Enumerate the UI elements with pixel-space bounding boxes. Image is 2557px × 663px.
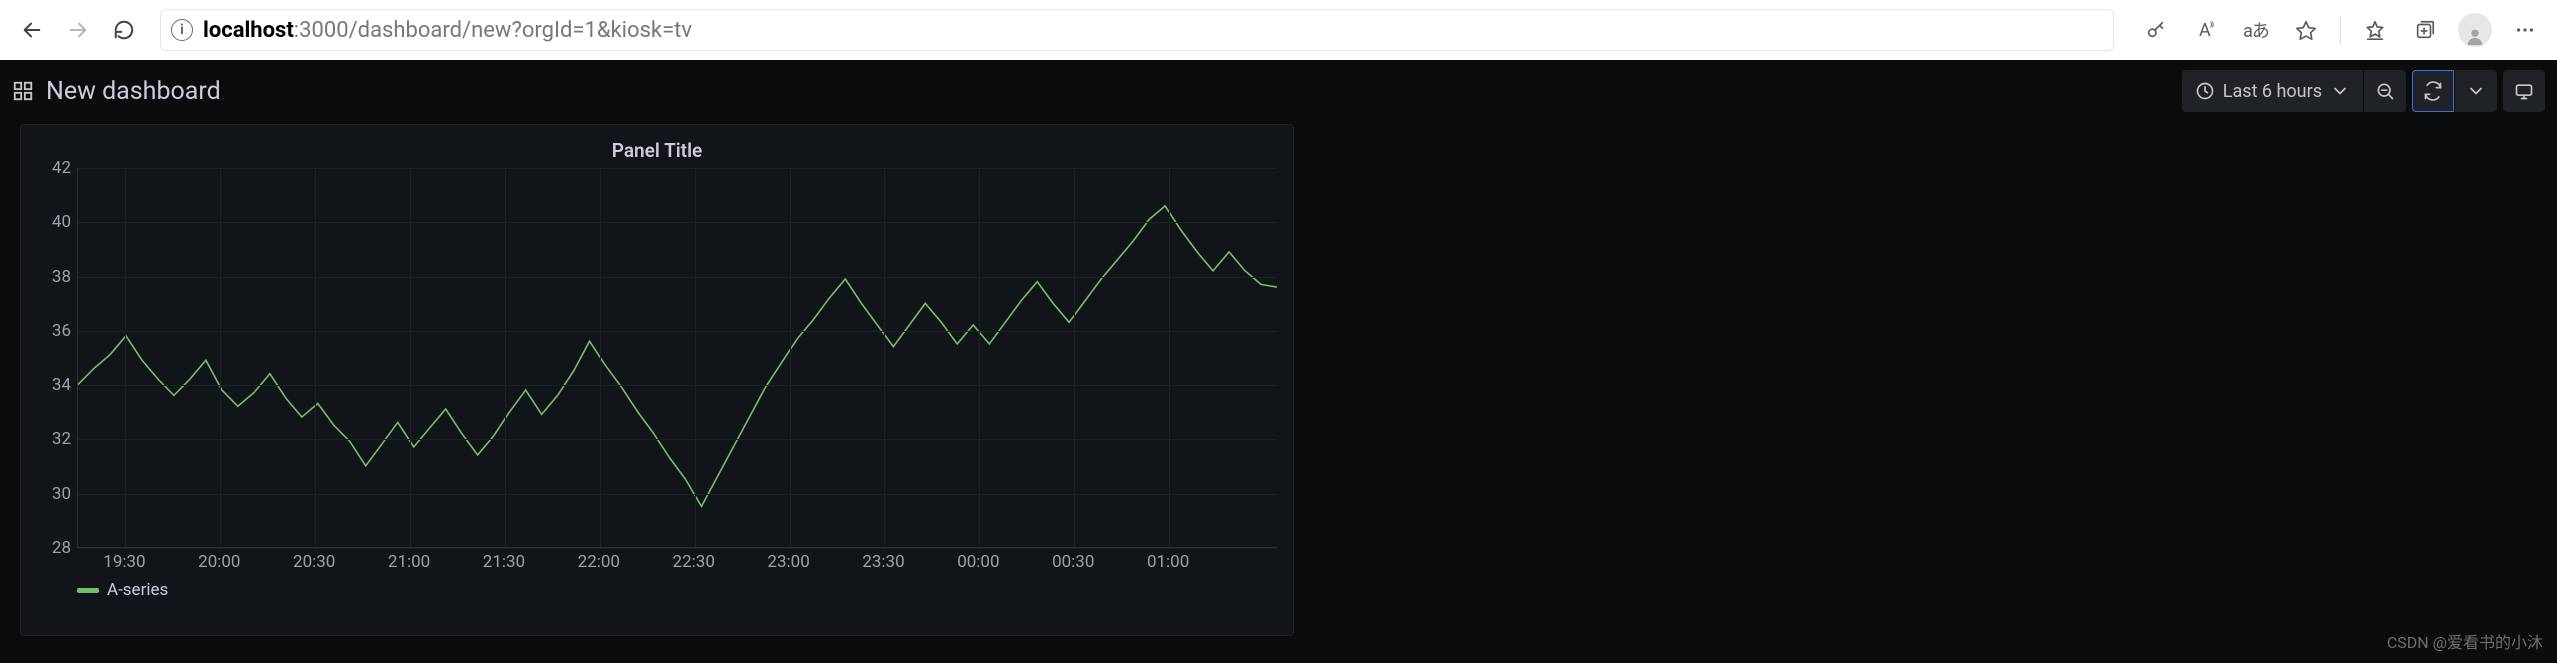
- browser-toolbar: i localhost:3000/dashboard/new?orgId=1&k…: [0, 0, 2557, 60]
- x-axis: 19:30 20:00 20:30 21:00 21:30 22:00 22:30 23:00…: [77, 548, 1277, 578]
- x-tick-label: 21:30: [483, 552, 525, 572]
- view-mode-button[interactable]: [2503, 70, 2545, 112]
- legend[interactable]: A-series: [77, 580, 1277, 600]
- x-tick-label: 01:00: [1147, 552, 1189, 572]
- address-bar[interactable]: i localhost:3000/dashboard/new?orgId=1&k…: [160, 9, 2114, 51]
- x-tick-label: 23:00: [767, 552, 809, 572]
- more-menu-icon[interactable]: [2505, 10, 2545, 50]
- site-info-icon[interactable]: i: [171, 19, 193, 41]
- y-tick-label: 32: [52, 429, 71, 449]
- line-series: [78, 168, 1277, 547]
- legend-label: A-series: [107, 580, 168, 600]
- y-axis: 2830323436384042: [37, 168, 77, 548]
- x-tick-label: 22:00: [578, 552, 620, 572]
- plot-area: 2830323436384042: [37, 168, 1277, 548]
- x-tick-label: 00:30: [1052, 552, 1094, 572]
- y-tick-label: 40: [52, 212, 71, 232]
- y-tick-label: 28: [52, 538, 71, 558]
- profile-avatar[interactable]: [2455, 10, 2495, 50]
- y-tick-label: 42: [52, 158, 71, 178]
- read-aloud-icon[interactable]: A⁾⁾: [2186, 10, 2226, 50]
- legend-swatch: [77, 588, 99, 593]
- dashboard-viewport: New dashboard Last 6 hours Panel Title: [0, 60, 2557, 663]
- y-tick-label: 30: [52, 484, 71, 504]
- x-tick-label: 19:30: [103, 552, 145, 572]
- refresh-interval-dropdown[interactable]: [2455, 70, 2497, 112]
- chevron-down-icon: [2466, 81, 2486, 101]
- url-rest: :3000/dashboard/new?orgId=1&kiosk=tv: [294, 18, 692, 43]
- x-tick-label: 00:00: [957, 552, 999, 572]
- favorites-bar-icon[interactable]: [2355, 10, 2395, 50]
- watermark: CSDN @爱看书的小沐: [2387, 629, 2543, 653]
- chevron-down-icon: [2330, 81, 2350, 101]
- favorite-star-icon[interactable]: [2286, 10, 2326, 50]
- back-button[interactable]: [12, 10, 52, 50]
- time-range-label: Last 6 hours: [2223, 81, 2322, 102]
- panel[interactable]: Panel Title 28 30 32 34 36 38 40 42 19:30 20:00 2…: [20, 124, 1294, 636]
- dashboard-grid-icon: [12, 80, 34, 102]
- translate-icon[interactable]: aあ: [2236, 10, 2276, 50]
- x-tick-label: 23:30: [862, 552, 904, 572]
- refresh-button[interactable]: [104, 10, 144, 50]
- url-host: localhost: [203, 18, 294, 43]
- forward-button[interactable]: [58, 10, 98, 50]
- divider: [2340, 16, 2341, 44]
- x-tick-label: 21:00: [388, 552, 430, 572]
- dashboard-toolbar: Last 6 hours: [2182, 70, 2545, 112]
- x-tick-label: 22:30: [673, 552, 715, 572]
- panel-title: Panel Title: [37, 139, 1277, 162]
- refresh-dashboard-button[interactable]: [2412, 70, 2454, 112]
- collections-icon[interactable]: [2405, 10, 2445, 50]
- x-tick-label: 20:00: [198, 552, 240, 572]
- x-tick-label: 20:30: [293, 552, 335, 572]
- time-range-picker[interactable]: Last 6 hours: [2182, 70, 2363, 112]
- zoom-out-button[interactable]: [2364, 70, 2406, 112]
- y-tick-label: 34: [52, 375, 71, 395]
- url-text: localhost:3000/dashboard/new?orgId=1&kio…: [203, 18, 692, 43]
- dashboard-header: New dashboard Last 6 hours: [0, 66, 2557, 116]
- key-icon[interactable]: [2136, 10, 2176, 50]
- dashboard-title[interactable]: New dashboard: [46, 77, 221, 106]
- y-tick-label: 36: [52, 321, 71, 341]
- browser-right-icons: A⁾⁾ aあ: [2136, 10, 2545, 50]
- chart-canvas[interactable]: [77, 168, 1277, 548]
- y-tick-label: 38: [52, 267, 71, 287]
